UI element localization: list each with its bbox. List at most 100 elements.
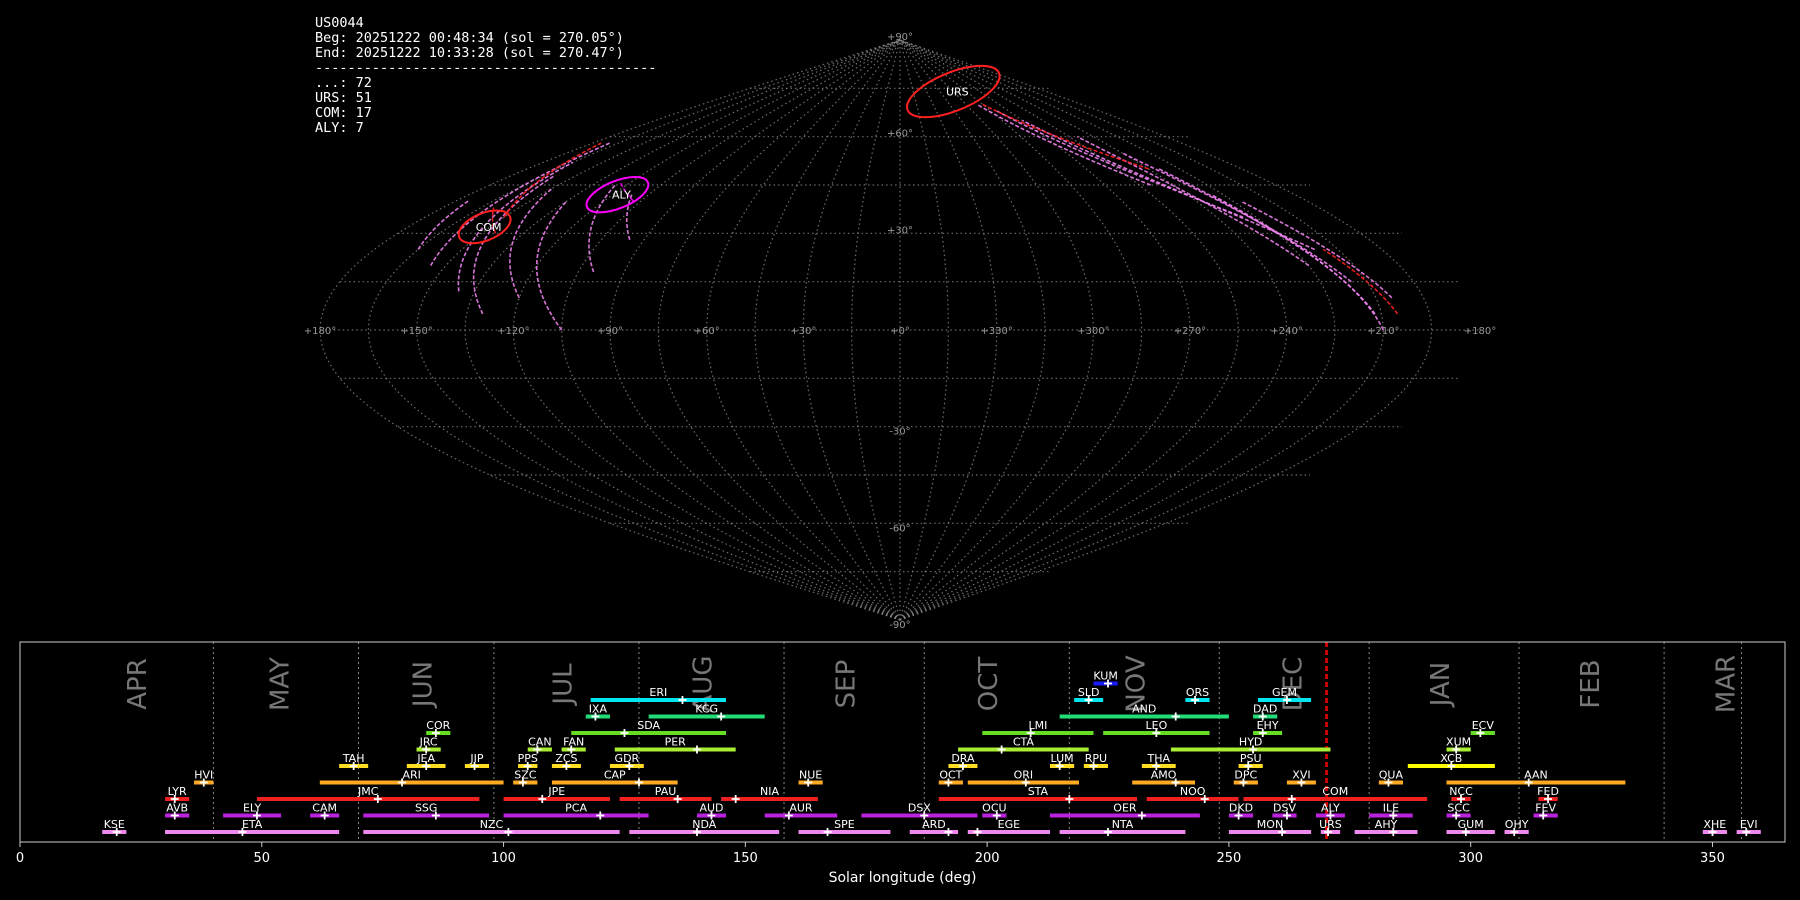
- shower-label: ECV: [1472, 719, 1495, 732]
- shower-peak-marker: [538, 795, 547, 803]
- shower-label: AHY: [1375, 818, 1398, 831]
- shower-label: JEA: [416, 752, 435, 765]
- shower-label: NDA: [692, 818, 717, 831]
- lat-tick-label: +30°: [887, 225, 913, 236]
- shower-label: GEM: [1272, 686, 1297, 699]
- shower-label: IXA: [589, 703, 608, 716]
- shower-label: DSX: [908, 802, 931, 815]
- shower-label: HYD: [1239, 736, 1262, 749]
- shower-label: AUR: [789, 802, 813, 815]
- shower-label: PSU: [1240, 752, 1262, 765]
- shower-label: NCC: [1449, 785, 1473, 798]
- shower-label: TAH: [342, 752, 365, 765]
- shower-label: AVB: [166, 802, 188, 815]
- shower-peak-marker: [731, 795, 740, 803]
- shower-label: CAN: [528, 736, 551, 749]
- shower-label: ALY: [1321, 802, 1340, 815]
- shower-label: ETA: [242, 818, 263, 831]
- lat-tick-label: -90°: [889, 620, 910, 630]
- lon-tick-label: +120°: [497, 326, 529, 337]
- x-tick-label: 100: [491, 851, 516, 866]
- shower-label: ORS: [1186, 686, 1209, 699]
- shower-label: CAP: [604, 769, 626, 782]
- lon-tick-label: +330°: [980, 326, 1012, 337]
- shower-label: DSV: [1273, 802, 1296, 815]
- shower-label: SZC: [514, 769, 537, 782]
- shower-peak-marker: [692, 745, 701, 754]
- shower-label: PCA: [565, 802, 587, 815]
- shower-peak-marker: [634, 778, 643, 787]
- radiant-label: URS: [946, 86, 969, 99]
- month-label: SEP: [831, 660, 861, 709]
- lat-tick-label: -30°: [889, 427, 910, 438]
- month-label: OCT: [974, 657, 1004, 712]
- shower-label: MON: [1257, 818, 1283, 831]
- shower-label: DKD: [1229, 802, 1253, 815]
- shower-label: URS: [1319, 818, 1342, 831]
- shower-label: FED: [1537, 785, 1559, 798]
- shower-label: ZCS: [555, 752, 577, 765]
- lon-tick-label: +270°: [1174, 326, 1206, 337]
- meteor-track: [1158, 168, 1376, 315]
- shower-label: AUD: [699, 802, 723, 815]
- shower-label: FEV: [1535, 802, 1556, 815]
- shower-label: KUM: [1093, 670, 1117, 683]
- shower-label: ELY: [243, 802, 262, 815]
- meteor-track: [1323, 248, 1399, 315]
- shower-label: LEO: [1145, 719, 1167, 732]
- shower-label: NTA: [1112, 818, 1134, 831]
- shower-label: XCB: [1440, 752, 1462, 765]
- shower-label: EHY: [1257, 719, 1279, 732]
- lon-tick-label: +150°: [400, 326, 432, 337]
- shower-label: JRC: [419, 736, 438, 749]
- month-label: FEB: [1576, 659, 1606, 708]
- shower-label: CAM: [312, 802, 337, 815]
- radiant-label: ALY: [612, 189, 631, 202]
- shower-label: AMO: [1151, 769, 1177, 782]
- shower-peak-marker: [620, 729, 629, 737]
- shower-peak-marker: [973, 828, 982, 836]
- shower-label: LMI: [1028, 719, 1047, 732]
- month-labels: APR MAY JUN JUL AUG SEP OCT NOV DEC JAN FEB MAR: [123, 642, 1742, 842]
- lon-tick-label: +60°: [694, 326, 720, 337]
- month-label: JUL: [549, 663, 579, 707]
- lon-tick-label: +210°: [1367, 326, 1399, 337]
- radiant-label: COM: [476, 221, 502, 234]
- shower-label: GUM: [1458, 818, 1484, 831]
- month-label: MAR: [1711, 655, 1741, 713]
- lon-tick-label: +30°: [790, 326, 816, 337]
- x-axis-label: Solar longitude (deg): [829, 870, 977, 886]
- shower-label: ARD: [922, 818, 946, 831]
- shower-label: HVI: [194, 769, 213, 782]
- x-tick-label: 200: [975, 851, 1000, 866]
- shower-peak-marker: [823, 828, 832, 836]
- shower-label: OHY: [1505, 818, 1529, 831]
- shower-label: JMC: [357, 785, 379, 798]
- lon-tick-label: +240°: [1270, 326, 1302, 337]
- month-label: MAY: [266, 657, 296, 711]
- x-tick-label: 300: [1458, 851, 1483, 866]
- shower-label: NIA: [760, 785, 779, 798]
- shower-label: NZC: [480, 818, 504, 831]
- shower-label: OCT: [939, 769, 962, 782]
- shower-label: ERI: [649, 686, 667, 699]
- shower-label: DRA: [951, 752, 975, 765]
- meteor-track: [535, 200, 568, 331]
- radiant-sky-map: URS COM ALY +180° +150° +120° +90° +60° +30° +0°…: [304, 32, 1496, 630]
- shower-label: LUM: [1051, 752, 1074, 765]
- month-label: APR: [123, 658, 153, 710]
- shower-label: OER: [1113, 802, 1137, 815]
- shower-label: GDR: [615, 752, 640, 765]
- shower-label: KCG: [695, 703, 718, 716]
- meteor-track: [429, 142, 611, 266]
- shower-peak-marker: [1171, 712, 1180, 721]
- shower-label: AND: [1132, 703, 1156, 716]
- shower-label: XUM: [1446, 736, 1471, 749]
- meteor-track: [1121, 152, 1352, 283]
- shower-peak-marker: [504, 828, 513, 836]
- meteor-track: [1240, 200, 1393, 299]
- shower-label: DPC: [1234, 769, 1257, 782]
- shower-peak-marker: [717, 712, 726, 721]
- shower-label: SSG: [415, 802, 438, 815]
- shower-label: SDA: [637, 719, 660, 732]
